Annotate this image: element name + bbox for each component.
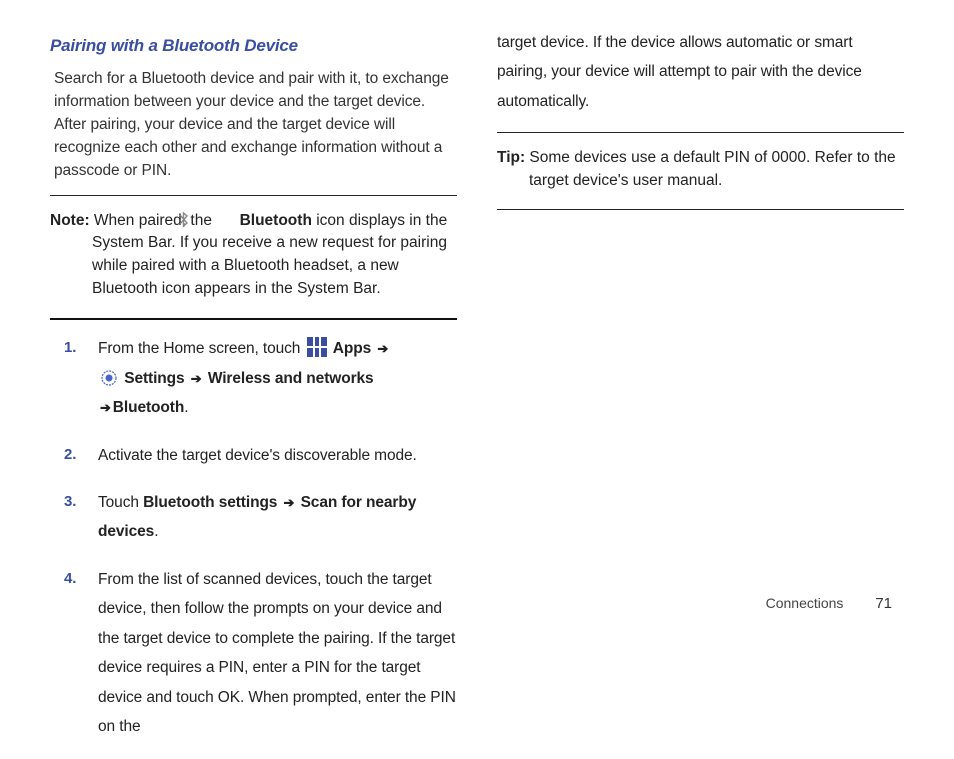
arrow-icon: ➔ — [189, 371, 204, 386]
arrow-icon: ➔ — [282, 495, 297, 510]
note-label: Note: — [50, 212, 90, 229]
step1-apps: Apps — [333, 340, 371, 357]
left-column: Pairing with a Bluetooth Device Search f… — [50, 28, 457, 759]
step3-pre: Touch — [98, 494, 143, 511]
apps-icon — [307, 337, 327, 357]
divider — [50, 195, 457, 196]
step3-b1: Bluetooth settings — [143, 494, 277, 511]
step-2: Activate the target device's discoverabl… — [50, 441, 457, 470]
divider — [497, 132, 904, 133]
step1-pre: From the Home screen, touch — [98, 340, 305, 357]
arrow-icon: ➔ — [375, 341, 390, 356]
step1-wn: Wireless and networks — [208, 370, 374, 387]
step4-continuation: target device. If the device allows auto… — [497, 28, 904, 116]
footer-page-number: 71 — [875, 595, 892, 612]
note-pre: When paired, the — [90, 212, 217, 229]
right-column: target device. If the device allows auto… — [497, 28, 904, 759]
tip-text: Some devices use a default PIN of 0000. … — [525, 149, 896, 189]
note-bt-bold: Bluetooth — [240, 212, 312, 229]
step-4: From the list of scanned devices, touch … — [50, 565, 457, 742]
settings-icon — [100, 368, 118, 386]
footer-section: Connections — [766, 595, 844, 611]
tip-block: Tip: Some devices use a default PIN of 0… — [497, 139, 904, 202]
step-3: Touch Bluetooth settings ➔ Scan for near… — [50, 488, 457, 547]
intro-paragraph: Search for a Bluetooth device and pair w… — [54, 68, 457, 183]
divider — [497, 209, 904, 210]
bluetooth-icon — [218, 211, 233, 228]
tip-label: Tip: — [497, 149, 525, 166]
steps-list: From the Home screen, touch Apps ➔ Setti… — [50, 334, 457, 741]
step-1: From the Home screen, touch Apps ➔ Setti… — [50, 334, 457, 422]
divider-thick — [50, 318, 457, 320]
page-footer: Connections 71 — [766, 595, 892, 612]
section-heading: Pairing with a Bluetooth Device — [50, 36, 457, 56]
step1-settings: Settings — [124, 370, 184, 387]
arrow-icon: ➔ — [98, 400, 113, 415]
step1-bt: Bluetooth — [113, 399, 184, 416]
note-block: Note: When paired, the Bluetooth icon di… — [50, 202, 457, 311]
